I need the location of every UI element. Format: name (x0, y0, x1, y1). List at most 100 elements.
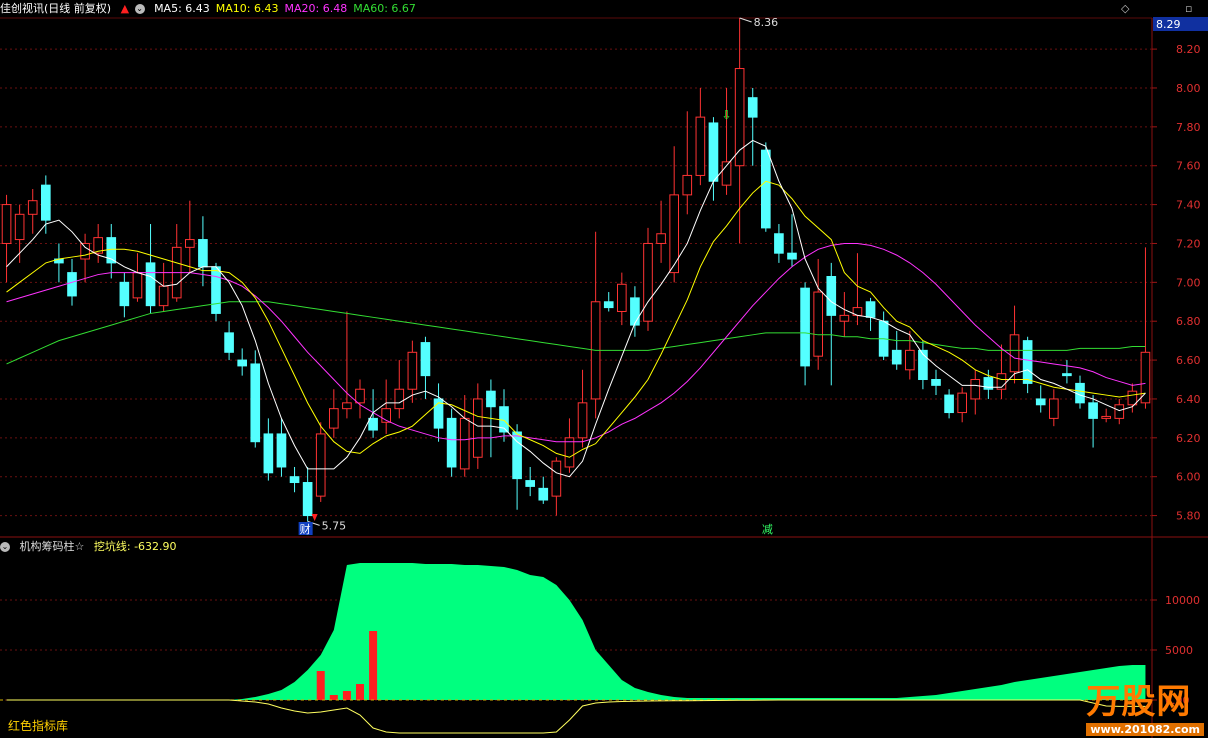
price-tick-label: 7.60 (1176, 160, 1201, 173)
candle-up (394, 388, 405, 410)
candle-down (420, 342, 431, 377)
candle-down (603, 301, 614, 309)
candle-up (682, 174, 693, 196)
price-panel-header: 佳创视讯(日线 前复权) ▲ ⌄ MA5: 6.43 MA10: 6.43 MA20… (0, 0, 428, 18)
price-tick-label: 8.00 (1176, 82, 1201, 95)
candle-down (302, 482, 313, 517)
settings-circle-icon[interactable]: ⌄ (134, 4, 145, 14)
candle-up (1009, 334, 1020, 373)
candle-up (407, 351, 418, 390)
chip-bar (316, 671, 325, 700)
high-label: 8.36 (754, 16, 779, 29)
candle-down (525, 480, 536, 487)
watermark-url: www.201082.com (1086, 723, 1204, 736)
candle-up (1101, 415, 1112, 419)
candle-up (695, 116, 706, 176)
chip-bar (369, 631, 378, 700)
candle-up (551, 460, 562, 497)
chip-bar (329, 695, 338, 700)
candle-up (957, 392, 968, 414)
price-tick-label: 7.40 (1176, 199, 1201, 212)
collapse-icon[interactable]: ▫ (1185, 2, 1192, 15)
candle-up (616, 283, 627, 312)
candle-down (250, 363, 261, 443)
candle-down (891, 349, 902, 365)
price-tick-label: 6.60 (1176, 354, 1201, 367)
high-pointer (739, 17, 752, 23)
candle-down (224, 332, 234, 353)
ma-legend-item: MA5: 6.43 (154, 2, 210, 15)
candle-down (237, 359, 248, 367)
candle-up (669, 194, 680, 274)
dig-line (6, 699, 1146, 734)
stock-title: 佳创视讯(日线 前复权) (0, 2, 112, 15)
ma-legend-item: MA10: 6.43 (215, 2, 279, 15)
indicator-tick-label: 5000 (1165, 644, 1193, 657)
low-label: 5.75 (322, 519, 347, 532)
candle-down (40, 184, 51, 221)
chart-stage: 8.20 8.00 7.80 7.60 7.40 7.20 7.00 6.80 6.60 6.40… (0, 0, 1208, 738)
candle-down (931, 379, 941, 386)
candle-up (734, 68, 745, 167)
stock-chart-svg: 8.20 8.00 7.80 7.60 7.40 7.20 7.00 6.80 6.60 6.40… (0, 16, 1208, 738)
indicator-tick-label: 10000 (1165, 594, 1200, 607)
candle-down (67, 272, 77, 297)
candle-down (800, 287, 810, 367)
candle-down (211, 266, 221, 314)
price-tick-label: 6.40 (1176, 393, 1201, 406)
up-arrow-icon: ▲ (120, 2, 130, 15)
candle-down (276, 433, 287, 468)
candle-down (263, 433, 274, 474)
candle-down (198, 239, 208, 268)
candle-down (446, 417, 457, 468)
price-tick-label: 7.80 (1176, 121, 1201, 134)
candle-down (289, 476, 300, 484)
indicator-circle-icon[interactable]: ⌄ (0, 542, 10, 552)
candle-down (1022, 340, 1033, 384)
candle-up (656, 233, 666, 244)
chip-bar (342, 691, 351, 700)
candle-up (14, 213, 25, 241)
indicator-line-label: 挖坑线: -632.90 (93, 540, 177, 553)
candle-up (577, 402, 588, 439)
candle-up (27, 200, 38, 215)
candle-up (1114, 404, 1125, 419)
watermark-text: 万股网 (1086, 682, 1192, 722)
price-tick-label: 8.20 (1176, 43, 1201, 56)
candle-up (158, 285, 169, 307)
candle-up (1127, 390, 1138, 406)
ma-legend: MA5: 6.43 MA10: 6.43 MA20: 6.48 MA60: 6.67 (154, 2, 422, 15)
candle-down (826, 276, 837, 316)
low-marker-icon (311, 514, 318, 521)
candle-up (643, 242, 653, 322)
candle-down (1035, 398, 1046, 406)
indicator-name: 机构筹码柱☆ (19, 540, 85, 553)
candle-up (839, 314, 850, 322)
candle-up (355, 388, 365, 404)
candle-up (904, 349, 915, 371)
chip-bar (356, 684, 364, 700)
candle-down (630, 297, 640, 326)
candle-up (342, 402, 352, 410)
ma60-line (6, 301, 1146, 365)
candle-down (774, 233, 784, 254)
diamond-icon[interactable]: ◇ (1121, 2, 1129, 15)
candle-down (538, 487, 549, 501)
candle-down (1062, 373, 1072, 377)
candle-down (486, 390, 496, 408)
candle-down (760, 149, 771, 229)
candle-up (80, 242, 90, 260)
price-tick-label: 6.20 (1176, 432, 1201, 445)
footer-label: 红色指标库 (8, 719, 69, 733)
indicator-panel-header: ⌄ 机构筹码柱☆ 挖坑线: -632.90 (0, 538, 183, 556)
cai-label: 财 (300, 522, 311, 536)
candle-down (708, 122, 719, 182)
ma5-line (6, 139, 1146, 478)
candle-up (1140, 351, 1151, 404)
candle-up (1, 204, 12, 244)
candle-up (1048, 398, 1059, 419)
jian-label: 减 (762, 523, 773, 536)
candle-down (865, 301, 876, 318)
down-arrow-icon: ⇩ (722, 108, 732, 122)
ma10-line (6, 180, 1146, 458)
